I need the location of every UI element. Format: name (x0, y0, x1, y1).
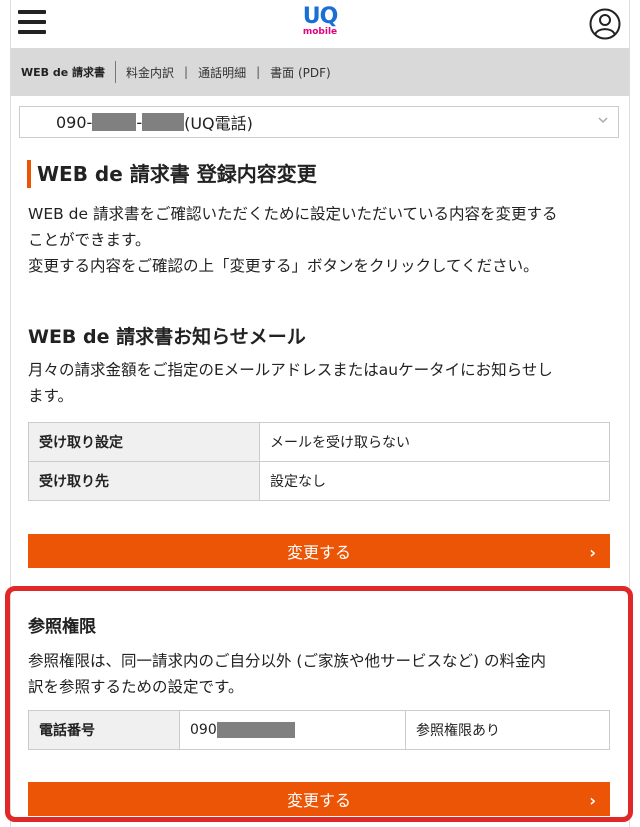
notice-section-title: WEB de 請求書お知らせメール (28, 326, 306, 348)
page-title: WEB de 請求書 登録内容変更 (27, 160, 317, 188)
tab-pdf[interactable]: 書面 (PDF) (260, 64, 341, 81)
tab-call-details[interactable]: 通話明細 (188, 64, 256, 81)
desc-line: ます。 (28, 387, 73, 405)
highlight-box (5, 586, 633, 822)
menu-icon[interactable] (18, 10, 46, 38)
recipient-label: 受け取り先 (28, 461, 260, 501)
receive-setting-value: メールを受け取らない (259, 422, 610, 462)
masked-number (142, 113, 185, 131)
notice-change-button[interactable]: 変更する › (28, 534, 610, 568)
masked-number (92, 113, 137, 131)
app-header: UQ mobile (11, 0, 629, 48)
line-select[interactable]: 090- - (UQ電話) (19, 106, 619, 138)
recipient-value: 設定なし (259, 461, 610, 501)
intro-text: WEB de 請求書をご確認いただくために設定いただいている内容を変更する こと… (28, 201, 618, 279)
line-label: (UQ電話) (184, 114, 253, 133)
desc-line: 月々の請求金額をご指定のEメールアドレスまたはauケータイにお知らせし (28, 361, 553, 379)
intro-line: 変更する内容をご確認の上「変更する」ボタンをクリックしてください。 (28, 257, 539, 275)
intro-line: WEB de 請求書をご確認いただくために設定いただいている内容を変更する (28, 205, 558, 223)
uq-mobile-logo[interactable]: UQ mobile (300, 4, 340, 38)
logo-main-text: UQ (302, 4, 339, 29)
chevron-down-icon (598, 117, 608, 124)
receive-setting-label: 受け取り設定 (28, 422, 260, 462)
tab-bar: WEB de 請求書 料金内訳 | 通話明細 | 書面 (PDF) (11, 48, 629, 96)
tab-web-invoice[interactable]: WEB de 請求書 (11, 64, 115, 80)
notice-settings-table: 受け取り設定 メールを受け取らない 受け取り先 設定なし (28, 422, 610, 501)
notice-description: 月々の請求金額をご指定のEメールアドレスまたはauケータイにお知らせし ます。 (28, 357, 618, 409)
intro-line: ことができます。 (28, 231, 151, 249)
chevron-right-icon: › (589, 543, 596, 562)
line-number-prefix: 090- (56, 112, 93, 132)
table-row: 受け取り先 設定なし (28, 461, 610, 501)
button-label: 変更する (286, 543, 351, 562)
user-account-icon[interactable] (589, 8, 621, 40)
tab-charge-details[interactable]: 料金内訳 (116, 64, 184, 81)
logo-sub-text: mobile (302, 27, 338, 37)
table-row: 受け取り設定 メールを受け取らない (28, 422, 610, 462)
